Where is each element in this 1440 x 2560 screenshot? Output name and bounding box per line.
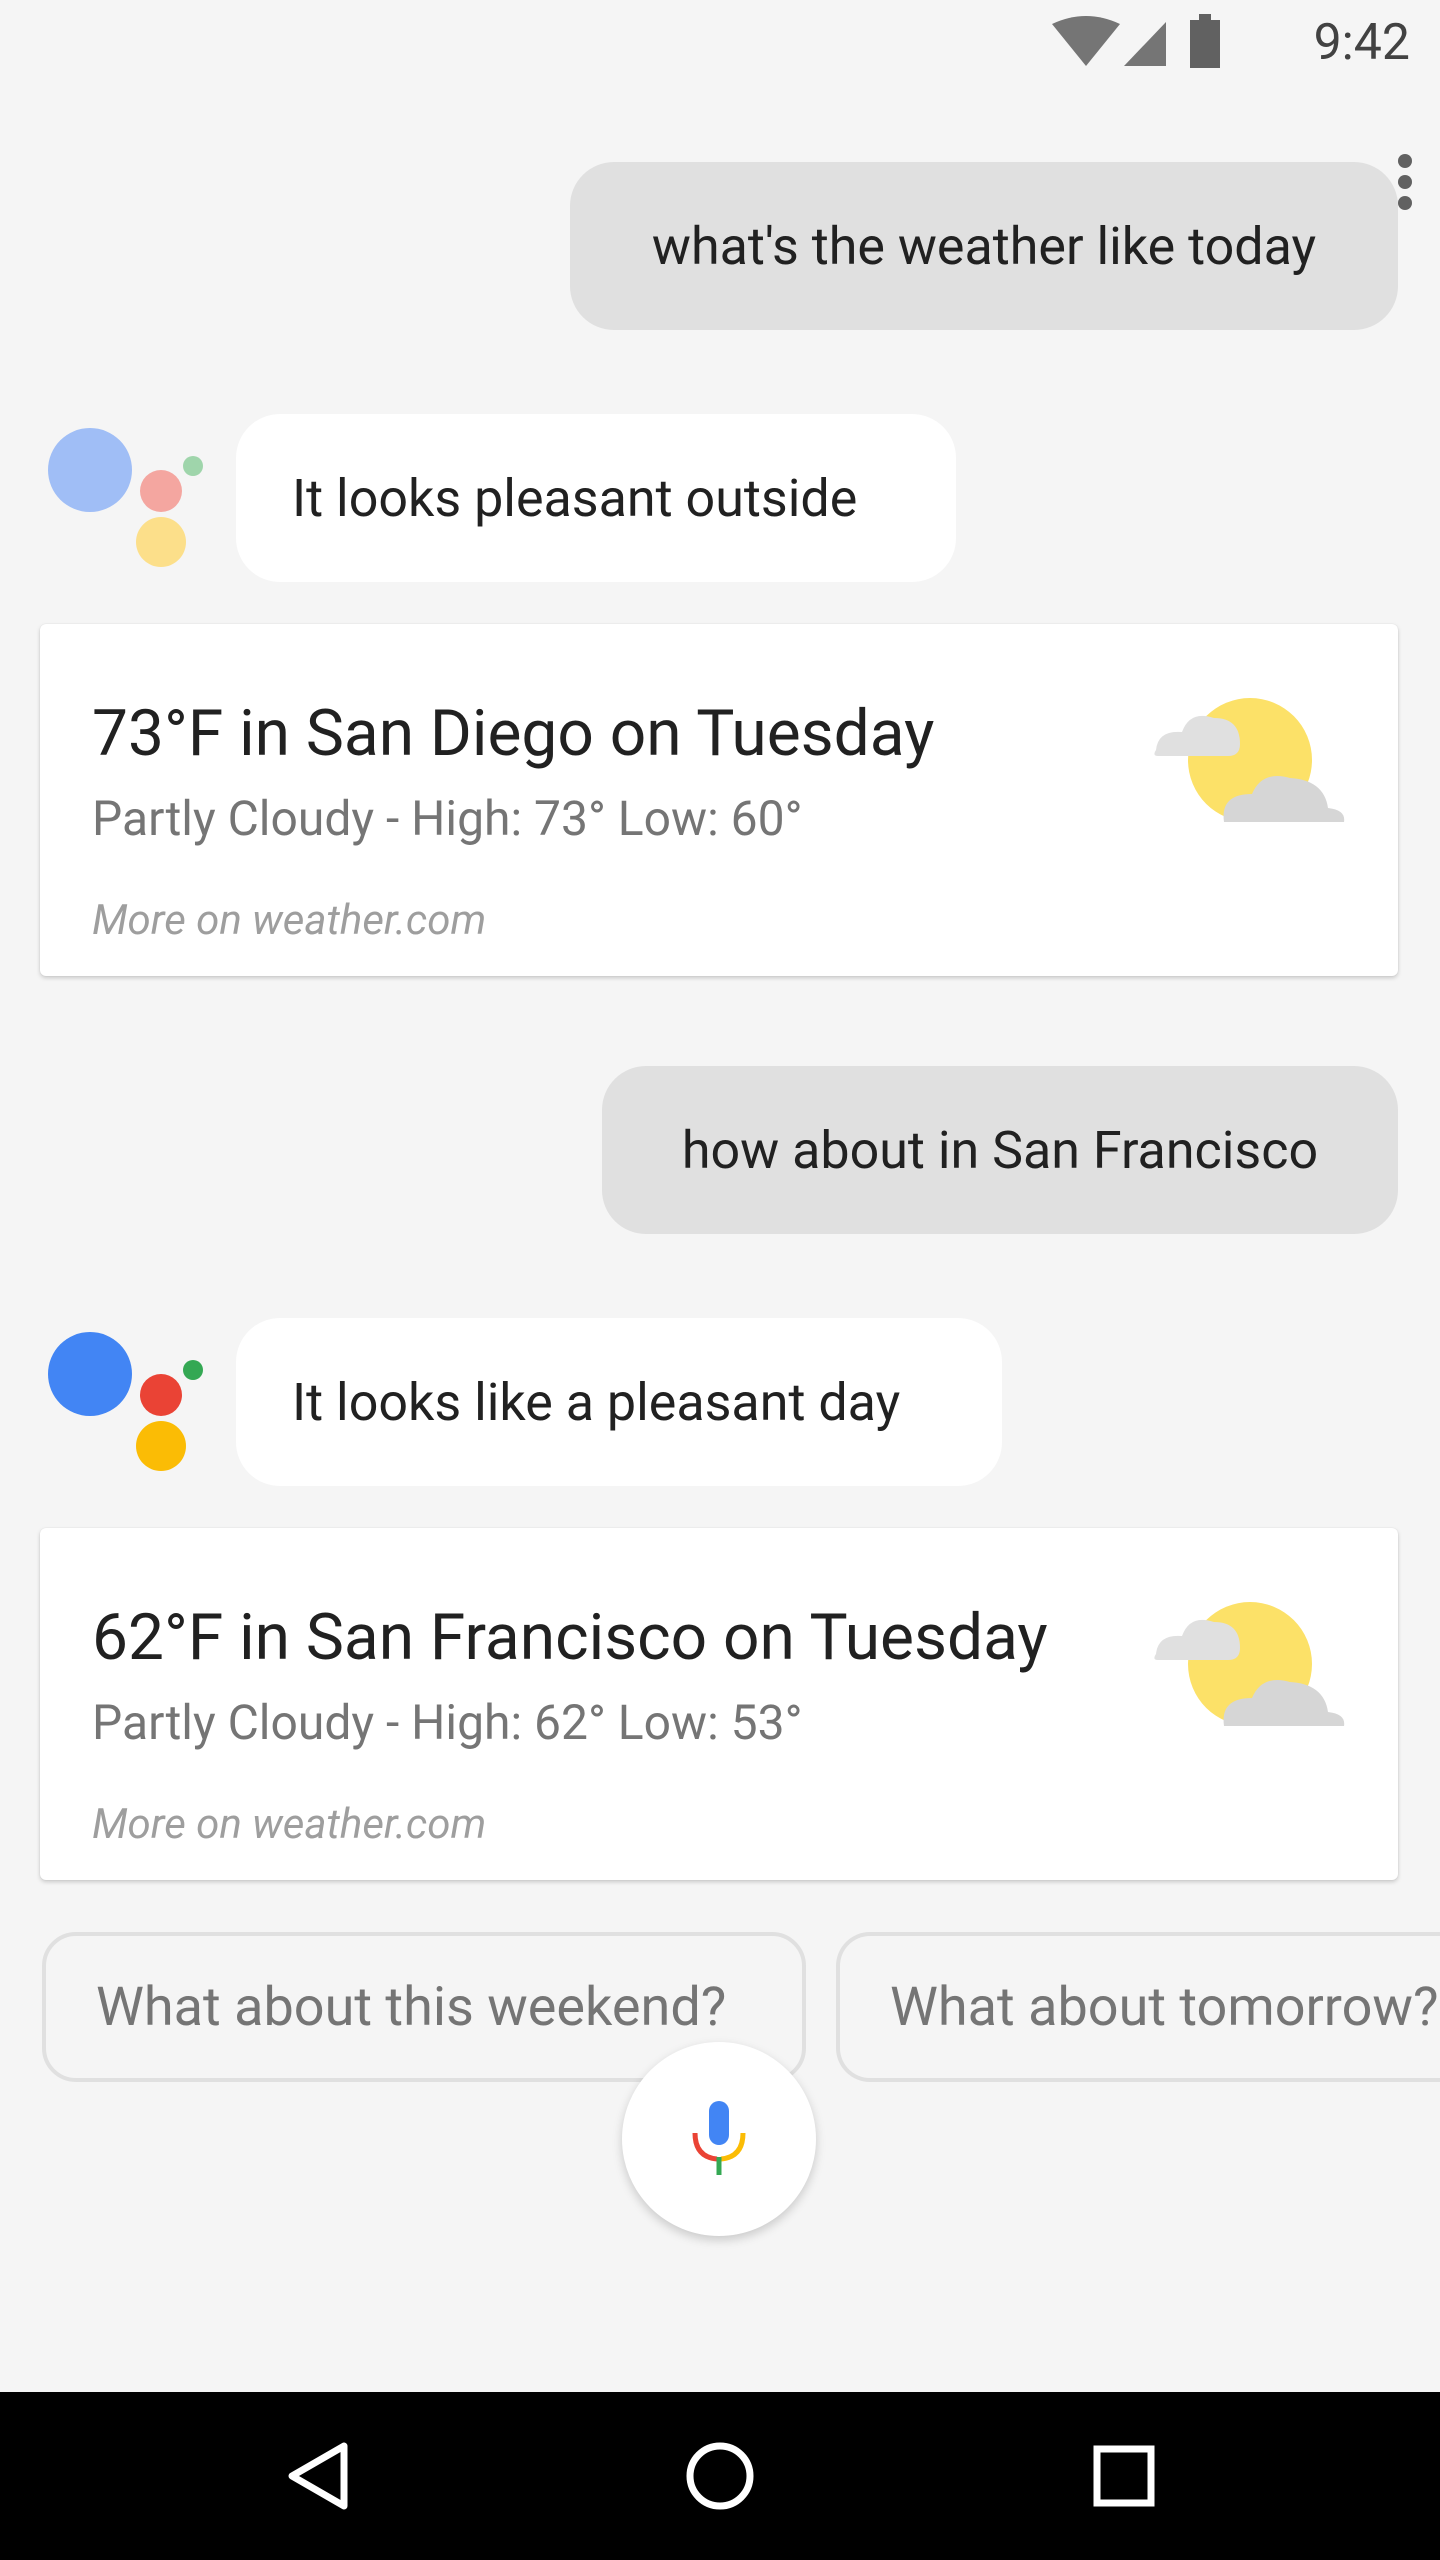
partly-cloudy-icon [1154,1602,1345,1726]
status-bar: 9:42 [0,0,1440,84]
suggestion-chip[interactable]: What about tomorrow? [836,1932,1440,2082]
assistant-response-bubble: It looks like a pleasant day [236,1318,1002,1486]
assistant-logo-icon [48,1332,203,1471]
back-triangle-icon[interactable] [268,2426,368,2526]
weather-source-link[interactable]: More on weather.com [92,1800,486,1849]
navigation-bar [0,2392,1440,2560]
status-time: 9:42 [1313,14,1410,72]
wifi-icon [1052,16,1120,66]
home-circle-icon[interactable] [670,2426,770,2526]
status-icons [1052,14,1220,68]
user-query-bubble: how about in San Francisco [602,1066,1398,1234]
mic-button[interactable] [622,2042,816,2236]
cell-signal-icon [1124,22,1166,66]
battery-icon [1190,14,1220,68]
user-query-bubble: what's the weather like today [570,162,1398,330]
weather-source-link[interactable]: More on weather.com [92,896,486,945]
recents-square-icon[interactable] [1074,2426,1174,2526]
weather-card-title: 62°F in San Francisco on Tuesday [92,1600,1048,1675]
assistant-logo-icon [48,428,203,567]
weather-card-subtitle: Partly Cloudy - High: 62° Low: 53° [92,1694,803,1751]
partly-cloudy-icon [1154,698,1345,822]
weather-card[interactable]: 62°F in San Francisco on Tuesday Partly … [40,1528,1398,1880]
weather-card[interactable]: 73°F in San Diego on Tuesday Partly Clou… [40,624,1398,976]
weather-card-title: 73°F in San Diego on Tuesday [92,696,935,771]
weather-card-subtitle: Partly Cloudy - High: 73° Low: 60° [92,790,803,847]
mic-icon [692,2101,746,2175]
assistant-response-bubble: It looks pleasant outside [236,414,956,582]
